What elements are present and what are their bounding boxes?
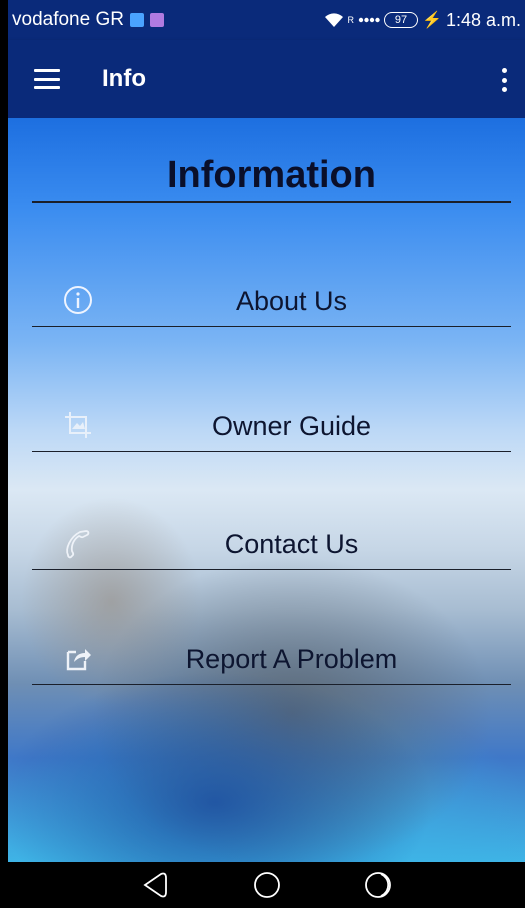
menu-item-report-problem[interactable]: Report A Problem: [32, 638, 511, 685]
status-bar: vodafone GR R 97 ⚡ 1:48 a.m.: [8, 0, 525, 40]
menu-item-label: About Us: [235, 286, 348, 316]
info-content: Information About Us Owner Guide Contact…: [8, 118, 525, 862]
gallery-notification-icon: [149, 13, 164, 27]
status-time: 1:48 a.m.: [445, 9, 521, 30]
menu-item-owner-guide[interactable]: Owner Guide: [32, 405, 511, 452]
image-notification-icon: [129, 13, 144, 27]
overflow-menu-icon[interactable]: [501, 68, 507, 92]
status-left: vodafone GR: [12, 9, 164, 31]
menu-item-label: Report A Problem: [185, 644, 398, 674]
charging-bolt-icon: ⚡: [422, 12, 442, 29]
battery-indicator: 97: [384, 12, 419, 28]
phone-screen: vodafone GR R 97 ⚡ 1:48 a.m. Info Inform…: [0, 0, 525, 908]
signal-icon: [358, 17, 380, 23]
system-nav-bar: [8, 862, 525, 908]
menu-item-label: Owner Guide: [211, 411, 372, 441]
menu-item-label: Contact Us: [224, 529, 359, 559]
back-icon[interactable]: [139, 869, 171, 901]
menu-item-about-us[interactable]: About Us: [32, 280, 511, 327]
roaming-marker: R: [347, 15, 355, 25]
wifi-icon: [324, 13, 343, 27]
status-right: R 97 ⚡ 1:48 a.m.: [324, 10, 521, 31]
page-heading: Information: [32, 154, 511, 203]
app-bar: Info: [8, 40, 525, 118]
carrier-name: vodafone GR: [12, 9, 124, 30]
app-title: Info: [102, 65, 146, 92]
recents-icon[interactable]: [363, 869, 395, 901]
home-icon[interactable]: [251, 869, 283, 901]
hamburger-menu-icon[interactable]: [34, 69, 60, 89]
menu-item-contact-us[interactable]: Contact Us: [32, 523, 511, 570]
